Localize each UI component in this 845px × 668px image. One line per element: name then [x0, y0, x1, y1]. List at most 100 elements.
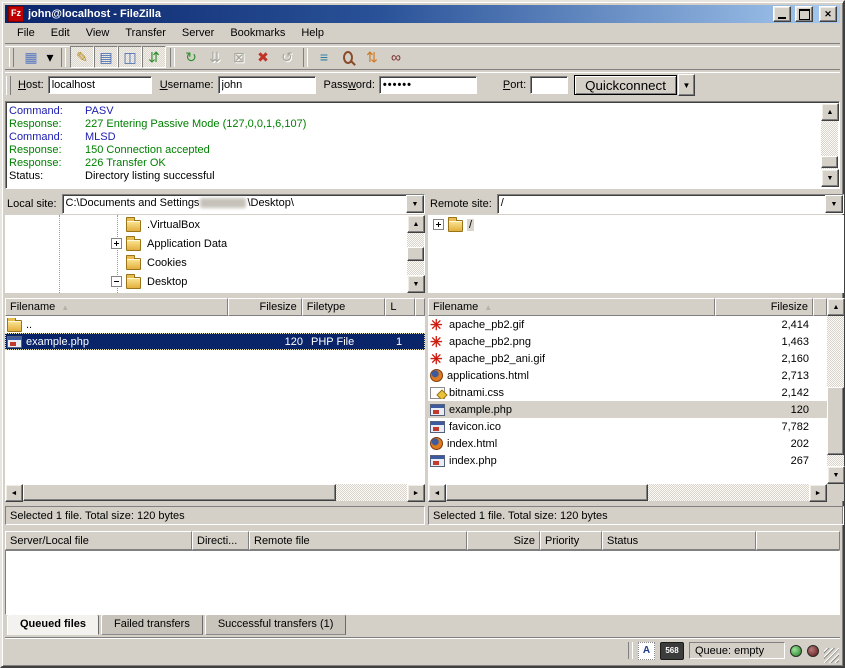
- remote-list-hscrollbar[interactable]: ◄ ►: [428, 484, 827, 501]
- file-row[interactable]: index.html202: [428, 435, 827, 452]
- queue-column-header-status[interactable]: Status: [602, 531, 756, 550]
- data-type-icon[interactable]: A: [638, 642, 655, 660]
- minimize-button[interactable]: [773, 6, 791, 22]
- menu-file[interactable]: File: [9, 24, 43, 42]
- chevron-down-icon[interactable]: ▼: [825, 195, 843, 213]
- scroll-thumb[interactable]: [821, 156, 838, 168]
- queue-column-header-remotefile[interactable]: Remote file: [249, 531, 467, 550]
- resize-grip[interactable]: [824, 648, 839, 663]
- toolbar-grip[interactable]: [9, 48, 14, 67]
- quickconnect-button[interactable]: Quickconnect: [574, 75, 677, 95]
- speed-limit-icon[interactable]: 568: [660, 642, 684, 660]
- scroll-track[interactable]: [23, 484, 407, 501]
- site-manager-button[interactable]: ▦: [19, 46, 43, 68]
- tree-item[interactable]: .VirtualBox: [5, 215, 425, 234]
- username-input[interactable]: [218, 76, 316, 94]
- remote-list-vscrollbar[interactable]: ▲ ▼: [827, 298, 844, 484]
- queue-list[interactable]: [5, 550, 840, 615]
- toggle-message-log-button[interactable]: ✎: [70, 46, 94, 68]
- file-row[interactable]: apache_pb2_ani.gif2,160: [428, 350, 827, 367]
- filter-button[interactable]: ≡: [312, 46, 336, 68]
- quickconnect-dropdown-button[interactable]: ▼: [678, 74, 695, 96]
- toggle-queue-button[interactable]: ⇵: [142, 46, 166, 68]
- toolbar-grip[interactable]: [6, 76, 11, 95]
- column-header-filesize[interactable]: Filesize: [228, 298, 302, 316]
- menu-edit[interactable]: Edit: [43, 24, 78, 42]
- menu-server[interactable]: Server: [174, 24, 222, 42]
- scroll-track[interactable]: [407, 233, 424, 275]
- local-tree-scrollbar[interactable]: ▲ ▼: [407, 215, 424, 293]
- chevron-down-icon[interactable]: ▼: [406, 195, 424, 213]
- tree-item[interactable]: Desktop: [5, 272, 425, 291]
- synchronized-browsing-button[interactable]: ⇅: [360, 46, 384, 68]
- scroll-track[interactable]: [827, 316, 844, 466]
- scroll-track[interactable]: [446, 484, 809, 501]
- scroll-right-icon[interactable]: ►: [809, 484, 827, 502]
- password-input[interactable]: [379, 76, 477, 94]
- log-scrollbar[interactable]: ▲ ▼: [821, 103, 838, 187]
- tab-failed-transfers[interactable]: Failed transfers: [101, 614, 203, 635]
- scroll-up-icon[interactable]: ▲: [827, 298, 845, 316]
- column-header-filename[interactable]: Filename▲: [5, 298, 228, 316]
- cancel-transfer-button[interactable]: ⊠: [227, 46, 251, 68]
- disconnect-button[interactable]: ✖: [251, 46, 275, 68]
- file-row[interactable]: example.php120PHP File1: [5, 333, 425, 350]
- remote-site-combobox[interactable]: / ▼: [497, 194, 844, 214]
- refresh-button[interactable]: ↻: [179, 46, 203, 68]
- menu-transfer[interactable]: Transfer: [117, 24, 174, 42]
- scroll-up-icon[interactable]: ▲: [407, 215, 425, 233]
- scroll-left-icon[interactable]: ◄: [5, 484, 23, 502]
- file-row[interactable]: bitnami.css2,142: [428, 384, 827, 401]
- local-site-combobox[interactable]: C:\Documents and Settings\Desktop\ ▼: [62, 194, 425, 214]
- tab-queued-files[interactable]: Queued files: [7, 614, 99, 635]
- port-input[interactable]: [530, 76, 568, 94]
- expand-icon[interactable]: [111, 238, 122, 249]
- scroll-down-icon[interactable]: ▼: [827, 466, 845, 484]
- scroll-thumb[interactable]: [827, 387, 844, 455]
- tab-successful-transfers-[interactable]: Successful transfers (1): [205, 614, 347, 635]
- toggle-remote-tree-button[interactable]: ◫: [118, 46, 142, 68]
- expand-icon[interactable]: [433, 219, 444, 230]
- host-input[interactable]: [48, 76, 152, 94]
- scroll-down-icon[interactable]: ▼: [821, 169, 839, 187]
- tree-item[interactable]: Application Data: [5, 234, 425, 253]
- directory-comparison-button[interactable]: [336, 46, 360, 68]
- process-queue-button[interactable]: ⇊: [203, 46, 227, 68]
- find-files-button[interactable]: ∞: [384, 46, 408, 68]
- queue-column-header-size[interactable]: Size: [467, 531, 540, 550]
- scroll-left-icon[interactable]: ◄: [428, 484, 446, 502]
- scroll-track[interactable]: [821, 121, 838, 169]
- file-row[interactable]: index.php267: [428, 452, 827, 469]
- file-row[interactable]: example.php120: [428, 401, 827, 418]
- menu-bookmarks[interactable]: Bookmarks: [222, 24, 293, 42]
- column-header-filename[interactable]: Filename▲: [428, 298, 715, 316]
- scroll-right-icon[interactable]: ►: [407, 484, 425, 502]
- collapse-icon[interactable]: [111, 276, 122, 287]
- file-row[interactable]: apache_pb2.png1,463: [428, 333, 827, 350]
- file-row[interactable]: applications.html2,713: [428, 367, 827, 384]
- tree-item[interactable]: /: [428, 215, 844, 234]
- file-row[interactable]: ..: [5, 316, 425, 333]
- menu-help[interactable]: Help: [293, 24, 332, 42]
- file-row[interactable]: apache_pb2.gif2,414: [428, 316, 827, 333]
- file-row[interactable]: favicon.ico7,782: [428, 418, 827, 435]
- scroll-thumb[interactable]: [23, 484, 336, 501]
- column-header-filesize[interactable]: Filesize: [715, 298, 813, 316]
- column-header-l[interactable]: L: [385, 298, 415, 316]
- local-list-hscrollbar[interactable]: ◄ ►: [5, 484, 425, 501]
- queue-column-header-priority[interactable]: Priority: [540, 531, 602, 550]
- scroll-down-icon[interactable]: ▼: [407, 275, 425, 293]
- scroll-thumb[interactable]: [407, 247, 424, 261]
- scroll-up-icon[interactable]: ▲: [821, 103, 839, 121]
- maximize-button[interactable]: [795, 6, 813, 22]
- queue-column-header-serverlocalfile[interactable]: Server/Local file: [5, 531, 192, 550]
- close-button[interactable]: [819, 6, 837, 22]
- menu-view[interactable]: View: [78, 24, 118, 42]
- scroll-thumb[interactable]: [446, 484, 648, 501]
- queue-column-header-directi[interactable]: Directi...: [192, 531, 249, 550]
- column-header-filetype[interactable]: Filetype: [302, 298, 386, 316]
- site-manager-dropdown-button[interactable]: ▾: [43, 46, 57, 68]
- reconnect-button[interactable]: ↺: [275, 46, 299, 68]
- toggle-local-tree-button[interactable]: ▤: [94, 46, 118, 68]
- tree-item[interactable]: Cookies: [5, 253, 425, 272]
